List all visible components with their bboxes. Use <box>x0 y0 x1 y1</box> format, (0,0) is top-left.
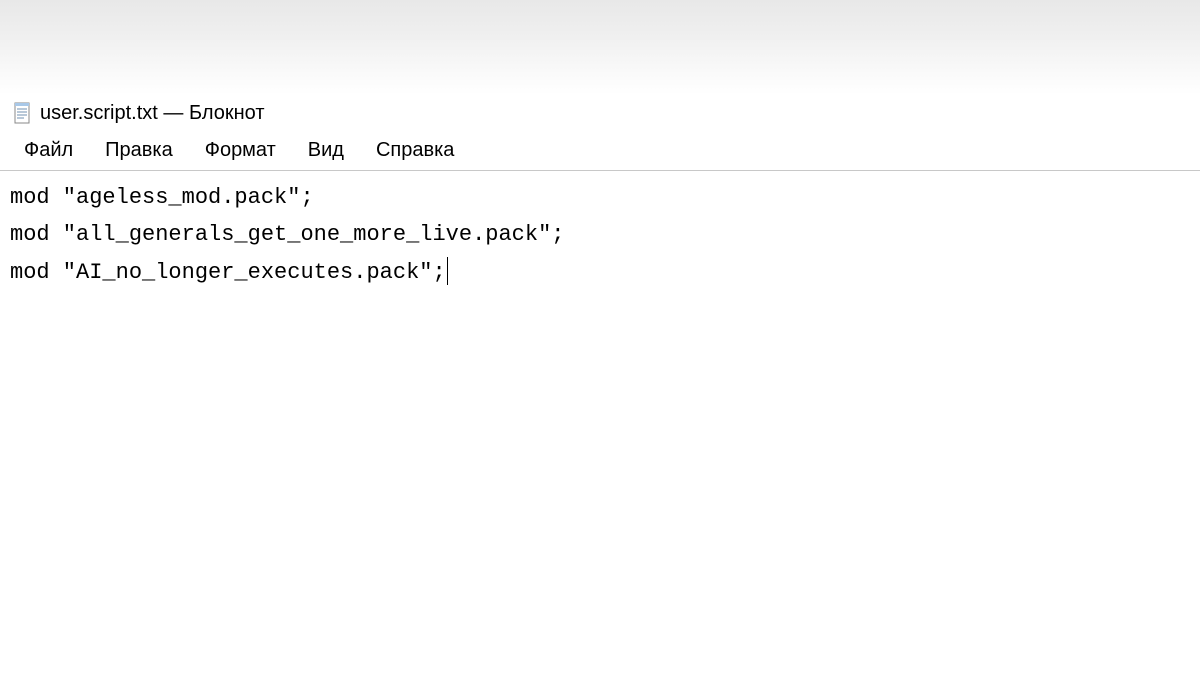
menu-help[interactable]: Справка <box>360 135 470 166</box>
menu-file[interactable]: Файл <box>8 135 89 166</box>
menu-view[interactable]: Вид <box>292 135 360 166</box>
title-separator: — <box>163 102 183 124</box>
text-cursor <box>447 257 448 285</box>
menubar: Файл Правка Формат Вид Справка <box>0 131 1200 171</box>
text-editor-area[interactable]: mod "ageless_mod.pack";mod "all_generals… <box>0 171 1200 299</box>
titlebar: user.script.txt — Блокнот <box>0 95 1200 131</box>
menu-format[interactable]: Формат <box>189 135 292 166</box>
content-text: mod "AI_no_longer_executes.pack"; <box>10 260 446 285</box>
menu-edit[interactable]: Правка <box>89 135 189 166</box>
window-top-gradient <box>0 0 1200 95</box>
title-appname: Блокнот <box>189 102 265 124</box>
content-line: mod "AI_no_longer_executes.pack"; <box>10 254 1190 291</box>
content-line: mod "ageless_mod.pack"; <box>10 179 1190 216</box>
content-line: mod "all_generals_get_one_more_live.pack… <box>10 216 1190 253</box>
window-title: user.script.txt — Блокнот <box>40 102 265 125</box>
notepad-icon <box>12 101 32 125</box>
title-filename: user.script.txt <box>40 102 158 124</box>
